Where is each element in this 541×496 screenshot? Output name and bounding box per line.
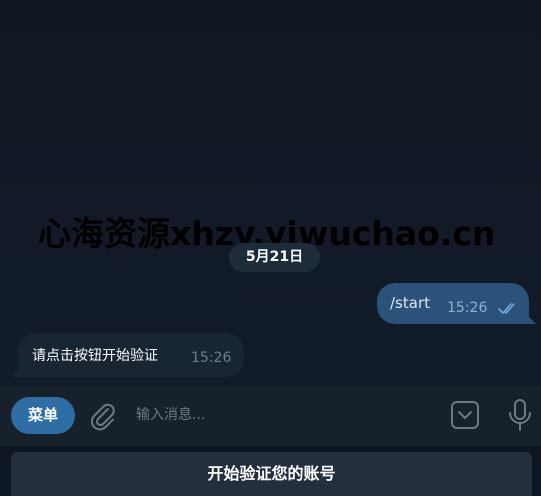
message-input[interactable] bbox=[130, 399, 442, 431]
double-check-icon bbox=[498, 301, 520, 320]
paperclip-icon[interactable] bbox=[88, 400, 118, 432]
outgoing-message[interactable]: /start 15:26 bbox=[377, 283, 536, 324]
message-text: /start bbox=[390, 294, 430, 312]
incoming-message[interactable]: 请点击按钮开始验证 15:26 bbox=[11, 333, 244, 377]
keyboard-icon[interactable] bbox=[450, 400, 480, 430]
bubble-tail bbox=[526, 314, 536, 324]
chat-history: 心海资源xhzy.yiwuchao.cn 5月21日 /start 15:26 … bbox=[0, 0, 541, 386]
microphone-icon[interactable] bbox=[506, 398, 534, 432]
message-time: 15:26 bbox=[191, 350, 232, 366]
message-text: 请点击按钮开始验证 bbox=[32, 348, 158, 364]
start-verification-button[interactable]: 开始验证您的账号 bbox=[11, 452, 532, 496]
menu-button[interactable]: 菜单 bbox=[11, 397, 75, 434]
bubble-tail bbox=[11, 367, 21, 377]
message-time: 15:26 bbox=[447, 300, 488, 316]
date-divider: 5月21日 bbox=[229, 243, 320, 272]
